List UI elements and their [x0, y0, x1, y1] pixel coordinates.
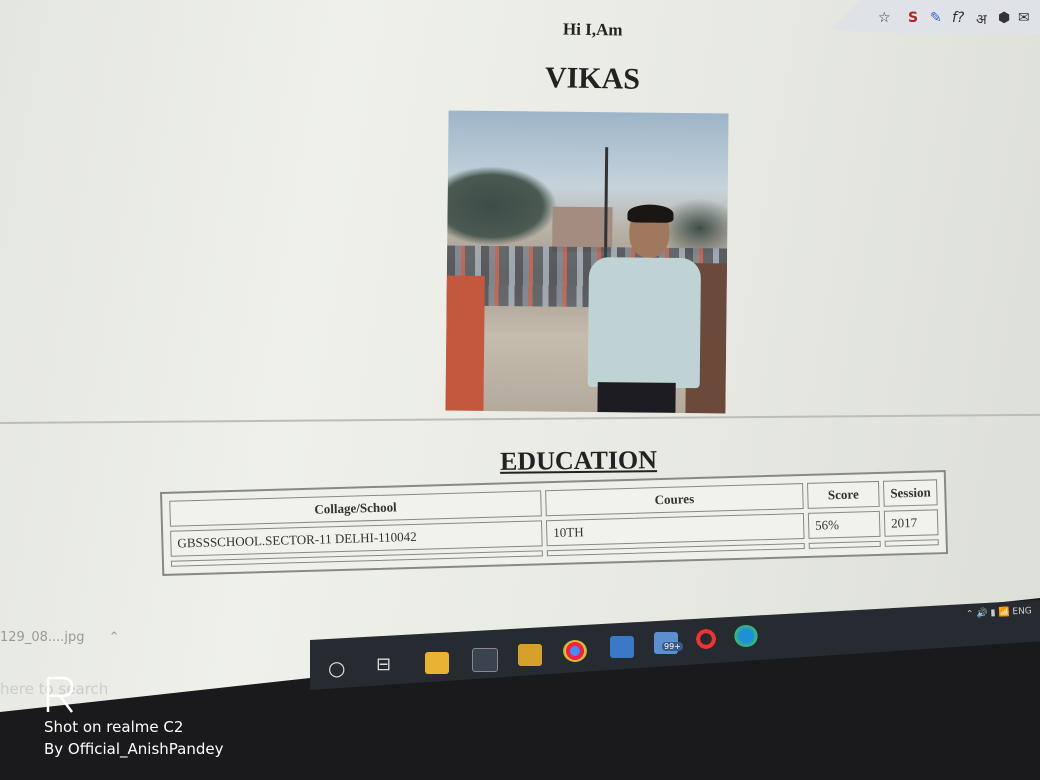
column-header: Session [882, 479, 939, 507]
watermark-line2: By Official_AnishPandey [44, 740, 224, 758]
network-icon[interactable]: 📶 [998, 607, 1010, 618]
horizontal-rule [0, 413, 1040, 424]
chrome-icon[interactable] [563, 640, 587, 662]
greeting-heading: Hi I,Am [562, 19, 623, 40]
notification-badge: 99+ [662, 642, 683, 651]
education-table: Collage/School Coures Score Session GBSS… [160, 470, 949, 576]
mail-taskbar-icon[interactable]: 99+ [654, 632, 683, 654]
chevron-up-icon[interactable]: ⌃ [966, 609, 974, 619]
battery-icon[interactable]: ▮ [990, 608, 995, 618]
hindi-input-icon[interactable]: अ [976, 10, 987, 29]
store-icon[interactable] [472, 648, 498, 672]
mail-icon[interactable]: ✉ [1018, 10, 1030, 26]
opera-icon[interactable] [694, 628, 718, 650]
hex-icon[interactable]: ⬢ [998, 10, 1010, 26]
education-heading: EDUCATION [499, 445, 658, 476]
task-view-icon[interactable]: ⊟ [376, 654, 391, 675]
s-extension-icon[interactable]: S [908, 10, 918, 26]
font-icon[interactable]: f? [952, 10, 964, 26]
file-explorer-icon[interactable] [425, 652, 449, 674]
table-cell: 56% [807, 510, 881, 539]
language-indicator[interactable]: ENG [1012, 606, 1032, 617]
download-item[interactable]: 129_08....jpg ⌃ [0, 630, 120, 645]
app-icon[interactable] [610, 636, 634, 658]
table-cell: 10TH [545, 513, 805, 547]
column-header: Coures [545, 483, 804, 517]
photographed-monitor: ☆ S ✎ f? अ ⬢ ✉ Hi I,Am VIKAS EDUCATION C… [0, 0, 1040, 780]
star-icon[interactable]: ☆ [878, 10, 891, 26]
column-header: Score [806, 480, 880, 509]
profile-photo [445, 110, 729, 414]
table-cell: 2017 [883, 509, 939, 537]
watermark-line1: Shot on realme C2 [44, 718, 184, 736]
download-filename: 129_08....jpg [0, 630, 85, 645]
edge-icon[interactable] [734, 625, 758, 647]
volume-icon[interactable]: 🔊 [976, 609, 988, 620]
browser-extension-bar: ☆ S ✎ f? अ ⬢ ✉ [830, 0, 1040, 34]
chevron-up-icon[interactable]: ⌃ [109, 630, 120, 645]
sublime-icon[interactable] [518, 644, 542, 666]
realme-logo-icon [46, 676, 74, 713]
pen-icon[interactable]: ✎ [930, 10, 942, 26]
cortana-circle-icon[interactable]: ○ [328, 656, 345, 680]
name-heading: VIKAS [544, 61, 641, 96]
